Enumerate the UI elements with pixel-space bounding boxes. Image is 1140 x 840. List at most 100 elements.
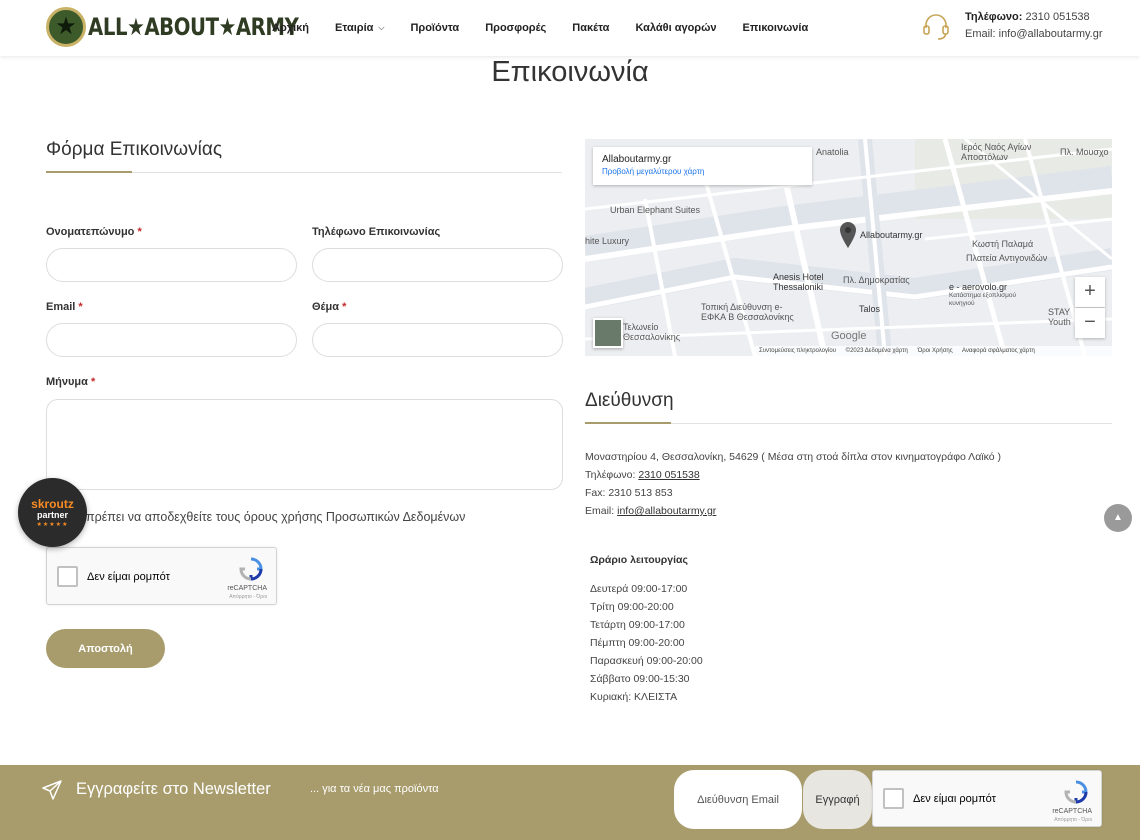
map-footer-report[interactable]: Αναφορά σφάλματος χάρτη [962, 348, 1035, 354]
map-footer-terms[interactable]: Όροι Χρήσης [918, 348, 953, 354]
map-footer-shortcuts[interactable]: Συντομεύσεις πληκτρολογίου [759, 348, 836, 354]
paper-plane-icon [42, 780, 62, 800]
nav-item-cart[interactable]: Καλάθι αγορών [635, 22, 716, 34]
google-map[interactable]: Allaboutarmy.gr Προβολή μεγαλύτερου χάρτ… [585, 139, 1112, 356]
subject-label: Θέμα * [312, 301, 347, 313]
message-textarea[interactable] [46, 399, 563, 490]
skroutz-tag: partner [36, 510, 68, 520]
nav-label: Αρχική [272, 22, 309, 34]
hours-row: Παρασκευή 09:00-20:00 [590, 655, 703, 667]
email-label: Email: [965, 28, 996, 40]
email-input[interactable] [46, 323, 297, 357]
skroutz-name: skroutz [31, 497, 74, 511]
hours-row: Τετάρτη 09:00-17:00 [590, 619, 685, 631]
zoom-in-button[interactable]: + [1075, 277, 1105, 307]
email-value: info@allaboutarmy.gr [998, 28, 1103, 40]
name-input[interactable] [46, 248, 297, 282]
newsletter-subtitle: ... για τα νέα μας προϊόντα [310, 783, 439, 795]
map-label-square: Πλ. Μουσχο [1060, 147, 1109, 157]
satellite-toggle[interactable] [593, 318, 623, 348]
nav-label: Προσφορές [485, 22, 547, 34]
chevron-up-icon: ▲ [1113, 512, 1123, 523]
message-label: Μήνυμα * [46, 376, 96, 388]
map-label-anatolia: Anatolia [816, 147, 849, 157]
logo-text: ALL★ABOUT★ARMY [88, 13, 299, 41]
map-footer: Συντομεύσεις πληκτρολογίου ©2023 Δεδομέν… [755, 346, 1112, 356]
nav-item-company[interactable]: Εταιρία ⌵ [335, 22, 384, 34]
nav-item-home[interactable]: Αρχική [272, 22, 309, 34]
form-title: Φόρμα Επικοινωνίας [46, 139, 223, 160]
nav-label: Εταιρία [335, 22, 374, 34]
opening-hours: Δευτερά 09:00-17:00 Τρίτη 09:00-20:00 Τε… [590, 580, 703, 706]
submit-button[interactable]: Αποστολή [46, 629, 165, 668]
phone-field-label: Τηλέφωνο Επικοινωνίας [312, 226, 441, 238]
hours-row: Σάββατο 09:00-15:30 [590, 673, 690, 685]
nav-item-offers[interactable]: Προσφορές [485, 22, 546, 34]
phone-input[interactable] [312, 248, 563, 282]
contact-lines: Τηλέφωνο: 2310 051538 Email: info@allabo… [965, 9, 1103, 43]
nav-item-contact[interactable]: Επικοινωνία [743, 22, 809, 34]
newsletter-recaptcha-label: Δεν είμαι ρομπότ [913, 793, 996, 805]
phone-label: Τηλέφωνο: [965, 11, 1023, 23]
larger-map-link[interactable]: Προβολή μεγαλύτερου χάρτη [602, 167, 803, 176]
map-label-pin: Allaboutarmy.gr [860, 230, 923, 240]
hours-title: Ωράριο λειτουργίας [590, 554, 688, 566]
hours-row: Δευτερά 09:00-17:00 [590, 583, 688, 595]
newsletter-subscribe-button[interactable]: Εγγραφή [803, 770, 872, 829]
address-fax: Fax: 2310 513 853 [585, 487, 673, 499]
hours-row: Τρίτη 09:00-20:00 [590, 601, 674, 613]
newsletter-recaptcha-widget: Δεν είμαι ρομπότ reCAPTCHA Απόρρητο - Όρο… [872, 770, 1102, 827]
hours-row: Κυριακή: ΚΛΕΙΣΤΑ [590, 691, 678, 703]
newsletter-email-input[interactable]: Διεύθυνση Email [674, 770, 802, 829]
consent-text: πρέπει να αποδεχθείτε τους όρους χρήσης … [86, 510, 466, 524]
google-logo: Google [831, 330, 867, 342]
recaptcha-widget: Δεν είμαι ρομπότ reCAPTCHA Απόρρητο - Όρο… [46, 547, 277, 605]
map-label-efka: Τοπική Διεύθυνση e-ΕΦΚΑ Β Θεσσαλονίκης [701, 302, 794, 322]
main-nav: Αρχική Εταιρία ⌵ Προϊόντα Προσφορές Πακέτ… [272, 0, 834, 56]
address-phone-link[interactable]: 2310 051538 [638, 469, 699, 481]
name-label: Ονοματεπώνυμο * [46, 226, 142, 238]
newsletter-title: Εγγραφείτε στο Newsletter [76, 780, 271, 798]
recaptcha-brand: reCAPTCHA Απόρρητο - Όροι [227, 585, 267, 600]
nav-label: Πακέτα [572, 22, 610, 34]
subject-input[interactable] [312, 323, 563, 357]
map-label-antigonidon: Πλατεία Αντιγονιδών [966, 253, 1048, 263]
form-title-rule [46, 171, 562, 173]
address-title-rule [585, 422, 1112, 424]
header-email[interactable]: Email: info@allaboutarmy.gr [965, 26, 1103, 43]
map-label-anesis: Anesis Hotel Thessaloniki [773, 272, 824, 292]
newsletter-recaptcha-checkbox[interactable] [883, 788, 904, 809]
page: ★ ALL★ABOUT★ARMY Αρχική Εταιρία ⌵ Προϊόντ… [0, 0, 1140, 840]
scroll-to-top-button[interactable]: ▲ [1104, 504, 1132, 532]
phone-value: 2310 051538 [1025, 11, 1090, 23]
address-phone: Τηλέφωνο: 2310 051538 [585, 469, 700, 481]
recaptcha-label: Δεν είμαι ρομπότ [87, 571, 170, 583]
zoom-out-button[interactable]: − [1075, 308, 1105, 338]
map-label-kosti: Κωστή Παλαμά [972, 239, 1034, 249]
map-place-card: Allaboutarmy.gr Προβολή μεγαλύτερου χάρτ… [593, 147, 812, 185]
recaptcha-logo-icon [239, 557, 263, 581]
recaptcha-logo-icon [1064, 780, 1088, 804]
map-label-telonio: Τελωνείο Θεσσαλονίκης [623, 322, 681, 342]
map-label-church: Ιερός Ναός Αγίων Αποστόλων [961, 142, 1032, 162]
nav-label: Προϊόντα [410, 22, 460, 34]
newsletter-bar: Εγγραφείτε στο Newsletter ... για τα νέα… [0, 765, 1140, 840]
skroutz-partner-badge[interactable]: skroutz partner ★★★★★ [18, 478, 87, 547]
header-contact: Τηλέφωνο: 2310 051538 Email: info@allabo… [920, 9, 1103, 43]
location-pin-icon [840, 222, 856, 248]
recaptcha-checkbox[interactable] [57, 566, 78, 587]
map-label-luxury: hite Luxury [585, 236, 630, 246]
map-label-aerovolo: e - aerovolo.gr [949, 282, 1008, 292]
header-phone[interactable]: Τηλέφωνο: 2310 051538 [965, 9, 1103, 26]
email-field-label: Email * [46, 301, 83, 313]
nav-item-packages[interactable]: Πακέτα [572, 22, 609, 34]
recaptcha-brand: reCAPTCHA Απόρρητο - Όροι [1052, 808, 1092, 823]
nav-label: Επικοινωνία [742, 22, 809, 34]
address-email-link[interactable]: info@allaboutarmy.gr [617, 505, 716, 517]
address-title: Διεύθυνση [585, 390, 674, 411]
address-block: Μοναστηρίου 4, Θεσσαλονίκη, 54629 ( Μέσα… [585, 448, 1001, 520]
map-label-urban: Urban Elephant Suites [610, 205, 701, 215]
nav-item-products[interactable]: Προϊόντα [410, 22, 459, 34]
headset-icon [923, 14, 949, 40]
map-label-stay: STAY Youth [1048, 307, 1071, 327]
